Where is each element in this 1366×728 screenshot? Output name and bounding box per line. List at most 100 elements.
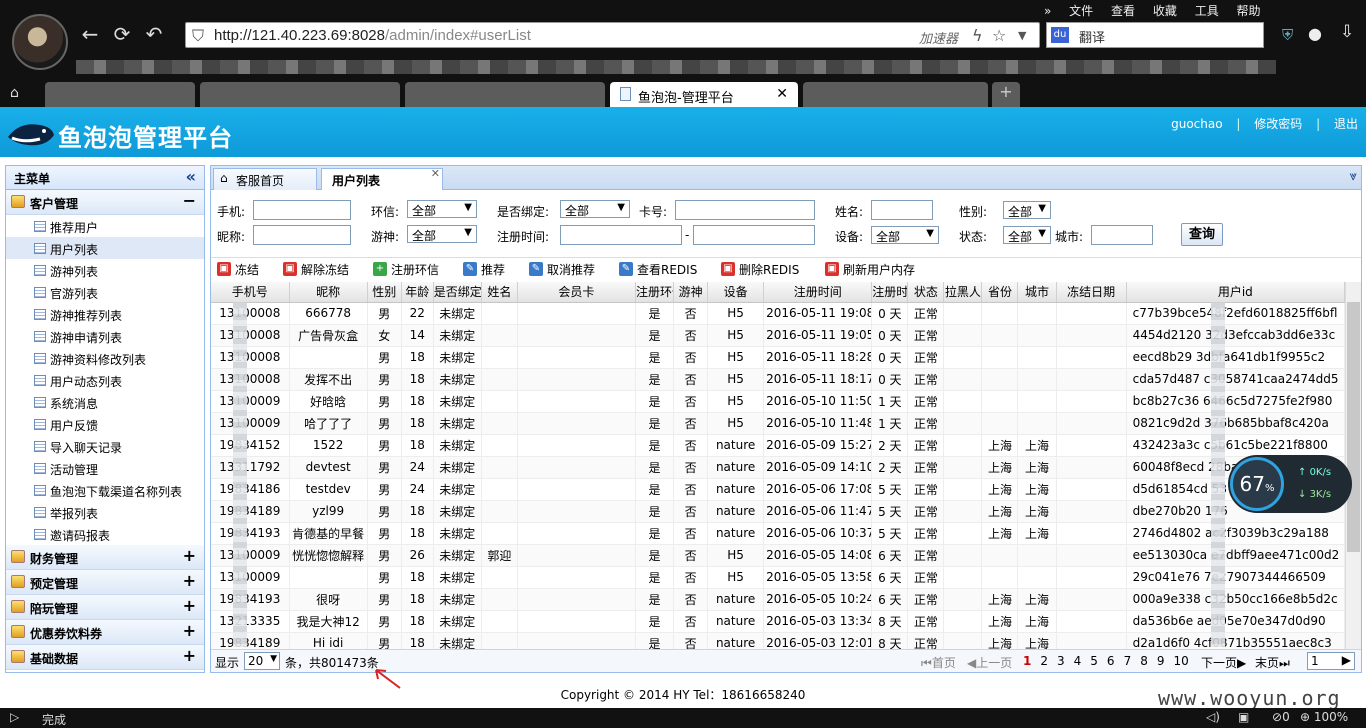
sidebar-item[interactable]: 官游列表 [6, 281, 204, 303]
table-row[interactable]: 13100008 666778 男 22 未绑定 是否 H5 2016-05-11 19:08… [211, 302, 1346, 325]
menu-file[interactable]: 文件 [1069, 4, 1093, 18]
logout-link[interactable]: 退出 [1334, 117, 1358, 131]
column-header[interactable]: 是否绑定 [433, 282, 482, 303]
close-icon[interactable]: ✕ [431, 167, 440, 180]
column-header[interactable]: 性别 [367, 282, 402, 303]
page-number-link[interactable]: 6 [1107, 654, 1115, 668]
query-button[interactable]: 查询 [1181, 223, 1223, 246]
freeze-button[interactable]: ▣ 冻结 [215, 261, 259, 279]
sidebar-group-coupons[interactable]: 优惠券饮料券 + [6, 620, 204, 645]
sidebar-group-finance[interactable]: 财务管理 + [6, 545, 204, 570]
sidebar-item[interactable]: 系统消息 [6, 391, 204, 413]
delete-redis-button[interactable]: ▣ 删除REDIS [719, 261, 799, 279]
page-number-link[interactable]: 4 [1074, 654, 1082, 668]
chevron-down-icon[interactable]: ▼ [1018, 29, 1026, 42]
column-header[interactable]: 注册时长 [871, 282, 909, 303]
table-row[interactable]: 19834189 yzl99 男 18 未绑定 是否 nature 2016-05-06 11… [211, 500, 1346, 523]
sidebar-item[interactable]: 游神列表 [6, 259, 204, 281]
column-header[interactable]: 昵称 [289, 282, 368, 303]
register-huanxin-button[interactable]: + 注册环信 [371, 261, 439, 279]
regtime-start-input[interactable] [560, 225, 682, 245]
sidebar-item[interactable]: 推荐用户 [6, 215, 204, 237]
sound-icon[interactable]: ◁) [1206, 710, 1220, 724]
city-input[interactable] [1091, 225, 1153, 245]
huanxin-select[interactable]: 全部 ▼ [407, 200, 477, 218]
collapse-icon[interactable]: « [186, 167, 196, 186]
go-icon[interactable]: ▶ [1342, 653, 1351, 667]
prev-page-link[interactable]: ◀上一页 [967, 654, 1012, 671]
table-row[interactable]: 13100009 好晗晗男 18 未绑定 是否 H5 2016-05-10 11:50 1 天… [211, 390, 1346, 413]
sidebar-group-customers[interactable]: 客户管理 − [6, 190, 204, 215]
unfreeze-button[interactable]: ▣ 解除冻结 [281, 261, 349, 279]
network-gauge[interactable]: 67% ↑ 0K/s ↓ 3K/s [1228, 455, 1352, 513]
column-header[interactable]: 手机号 [211, 282, 290, 303]
plus-icon[interactable]: + [183, 621, 196, 640]
browser-tab[interactable] [200, 82, 400, 107]
menu-favorites[interactable]: 收藏 [1153, 4, 1177, 18]
column-header[interactable]: 用户id [1126, 282, 1346, 303]
star-icon[interactable]: ☆ [992, 26, 1006, 45]
column-header[interactable]: 会员卡 [517, 282, 637, 303]
table-row[interactable]: 19834152 1522 男 18 未绑定 是否 nature 2016-05-09 15:… [211, 434, 1346, 457]
sidebar-item[interactable]: 用户反馈 [6, 413, 204, 435]
block-icon[interactable]: ⊘0 [1272, 710, 1290, 724]
browser-tab-active[interactable]: 鱼泡泡-管理平台 ✕ [610, 82, 798, 107]
cancel-recommend-button[interactable]: ✎ 取消推荐 [527, 261, 595, 279]
sidebar-group-booking[interactable]: 预定管理 + [6, 570, 204, 595]
nickname-input[interactable] [253, 225, 351, 245]
home-icon[interactable]: ⌂ [10, 85, 19, 101]
refresh-icon[interactable]: ⟳ [110, 22, 134, 46]
sidebar-item-user-list[interactable]: 用户列表 [6, 237, 204, 259]
back-arrow-icon[interactable]: ← [78, 22, 102, 46]
translate-box[interactable]: du 翻译 [1046, 22, 1264, 48]
browser-tab[interactable] [405, 82, 605, 107]
column-header[interactable]: 省份 [981, 282, 1019, 303]
window-icon[interactable]: ▣ [1238, 710, 1249, 724]
table-row[interactable]: 13100009 男 18 未绑定 是否 H5 2016-05-05 13:58 6 天正常 2… [211, 566, 1346, 589]
state-select[interactable]: 全部 ▼ [1003, 226, 1051, 244]
table-row[interactable]: 13100008 发挥不出男 18 未绑定 是否 H5 2016-05-11 18:17 0 … [211, 368, 1346, 391]
vertical-scrollbar[interactable] [1345, 282, 1361, 649]
table-row[interactable]: 19834193 肯德基的早餐男 18 未绑定 是否 nature 2016-05-06 1… [211, 522, 1346, 545]
sidebar-item[interactable]: 邀请码报表 [6, 523, 204, 545]
column-header[interactable]: 注册时间 [763, 282, 873, 303]
page-number-link[interactable]: 3 [1057, 654, 1065, 668]
download-icon[interactable]: ⇩ [1340, 22, 1354, 42]
name-input[interactable] [871, 200, 933, 220]
sidebar-item[interactable]: 活动管理 [6, 457, 204, 479]
avatar[interactable] [12, 14, 68, 70]
plus-icon[interactable]: + [183, 596, 196, 615]
table-row[interactable]: 19834186 testdev 男 24 未绑定 是否 nature 2016-05-06 … [211, 478, 1346, 501]
sidebar-group-basic-data[interactable]: 基础数据 + [6, 645, 204, 670]
new-tab-icon[interactable]: + [992, 82, 1020, 107]
table-row[interactable]: 13100008 广告骨灰盒女 14 未绑定 是否 H5 2016-05-11 19:05 0… [211, 324, 1346, 347]
first-page-link[interactable]: ⏮首页 [921, 654, 956, 671]
sidebar-item[interactable]: 鱼泡泡下载渠道名称列表 [6, 479, 204, 501]
chevron-down-icon[interactable]: ⩔ [1350, 169, 1357, 184]
column-header[interactable]: 拉黑人 [943, 282, 983, 303]
next-page-link[interactable]: 下一页▶ [1201, 654, 1246, 671]
tab-user-list[interactable]: 用户列表 ✕ [321, 167, 443, 190]
table-row[interactable]: 13100008 男 18 未绑定 是否 H5 2016-05-11 18:28 0 天正常 e… [211, 346, 1346, 369]
table-row[interactable]: 19834193 很呀男 18 未绑定 是否 nature 2016-05-05 10:24… [211, 588, 1346, 611]
column-header[interactable]: 姓名 [481, 282, 518, 303]
refresh-memory-button[interactable]: ▣ 刷新用户内存 [823, 261, 915, 279]
page-number-link[interactable]: 1 [1023, 654, 1031, 668]
lightning-icon[interactable]: ϟ [972, 26, 983, 45]
more-icon[interactable]: ● [1308, 24, 1322, 43]
youshen-select[interactable]: 全部 ▼ [407, 225, 477, 243]
column-header[interactable]: 设备 [707, 282, 765, 303]
menu-tools[interactable]: 工具 [1195, 4, 1219, 18]
page-number-link[interactable]: 9 [1157, 654, 1165, 668]
sidebar-item[interactable]: 游神申请列表 [6, 325, 204, 347]
view-redis-button[interactable]: ✎ 查看REDIS [617, 261, 697, 279]
column-header[interactable]: 城市 [1017, 282, 1057, 303]
browser-tab[interactable] [45, 82, 195, 107]
sidebar-item[interactable]: 举报列表 [6, 501, 204, 523]
plus-icon[interactable]: + [183, 646, 196, 665]
plus-icon[interactable]: + [183, 571, 196, 590]
last-page-link[interactable]: 末页⏭ [1255, 654, 1290, 671]
page-number-link[interactable]: 7 [1124, 654, 1132, 668]
zoom-control[interactable]: ⊕ 100% [1300, 710, 1348, 724]
tab-service-home[interactable]: ⌂ 客服首页 [213, 168, 317, 190]
